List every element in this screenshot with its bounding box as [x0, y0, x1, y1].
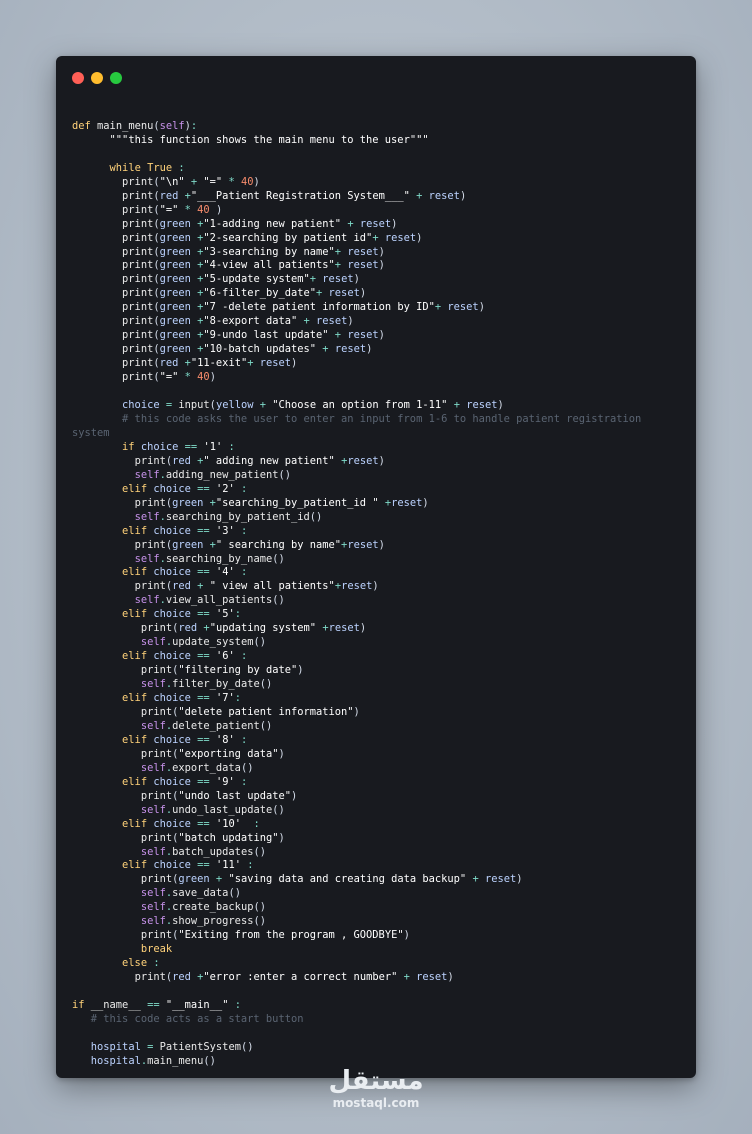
code-line: break [140, 943, 173, 956]
code-line: print(green +" searching by name"+reset) [134, 538, 385, 551]
code-line: if __name__ == "__main__" : [72, 999, 241, 1011]
code-line: print("=" * 40) [122, 371, 216, 384]
code-line: print("exporting data") [140, 747, 285, 760]
code-line: print("delete patient information") [140, 705, 360, 718]
code-line: elif choice == '8' : [122, 733, 248, 746]
code-line: ​ [72, 106, 682, 120]
code-line: def main_menu(self): [72, 119, 198, 132]
code-line: choice = input(yellow + "Choose an optio… [122, 399, 504, 412]
maximize-dot-icon[interactable] [110, 72, 122, 84]
code-line: self.searching_by_patient_id() [134, 510, 323, 523]
code-line: print(green +"1-adding new patient" + re… [122, 217, 398, 230]
code-line: ​ [72, 1027, 682, 1041]
code-line: elif choice == '3' : [122, 524, 248, 537]
code-block: ​def main_menu(self): """this function s… [72, 106, 682, 1069]
code-line: elif choice == '11' : [122, 859, 254, 872]
code-line: print(green + "saving data and creating … [140, 873, 523, 886]
code-line: elif choice == '2' : [122, 482, 248, 495]
code-line: print("\n" + "=" * 40) [122, 175, 260, 188]
code-line: print(green +"8-export data" + reset) [122, 315, 354, 328]
code-line: print(red +"updating system" +reset) [140, 622, 367, 635]
watermark: مستقل mostaql.com [0, 1066, 752, 1110]
code-line: ​ [72, 385, 682, 399]
code-line: print(green +"6-filter_by_date"+ reset) [122, 287, 367, 300]
code-line: print(green +"5-update system"+ reset) [122, 273, 360, 286]
code-line: self.searching_by_name() [134, 552, 285, 565]
code-line: self.export_data() [140, 761, 254, 774]
code-line: print(red +"___Patient Registration Syst… [122, 189, 467, 202]
code-line: self.filter_by_date() [140, 678, 273, 691]
code-line: print("batch updating") [140, 831, 285, 844]
code-line: elif choice == '10' : [122, 817, 260, 830]
code-line: print(green +"9-undo last update" + rese… [122, 329, 385, 342]
watermark-logo-arabic: مستقل [328, 1066, 424, 1096]
code-line: print(red +"11-exit"+ reset) [122, 357, 298, 370]
code-line: else : [122, 957, 160, 970]
watermark-domain: mostaql.com [332, 1096, 420, 1110]
code-line: print(green +"10-batch updates" + reset) [122, 343, 373, 356]
code-line: elif choice == '6' : [122, 650, 248, 663]
code-line: ​ [72, 985, 682, 999]
code-window: ​def main_menu(self): """this function s… [56, 56, 696, 1078]
code-line: """this function shows the main menu to … [109, 133, 429, 146]
code-line: print("filtering by date") [140, 664, 304, 677]
code-line: print(green +"3-searching by name"+ rese… [122, 245, 385, 258]
close-dot-icon[interactable] [72, 72, 84, 84]
code-line: print(red +" adding new patient" +reset) [134, 454, 385, 467]
code-line: print("=" * 40 ) [122, 203, 223, 216]
code-line: self.adding_new_patient() [134, 468, 291, 481]
code-line: # this code acts as a start button [72, 1012, 304, 1025]
code-line: print("undo last update") [140, 789, 298, 802]
code-line: print(green +"4-view all patients"+ rese… [122, 259, 385, 272]
code-line: self.create_backup() [140, 901, 266, 914]
code-line: self.save_data() [140, 887, 241, 900]
code-line: self.batch_updates() [140, 845, 266, 858]
code-line: elif choice == '7': [122, 692, 241, 705]
code-line: self.show_progress() [140, 915, 266, 928]
code-line: print(green +"7 -delete patient informat… [122, 301, 485, 314]
code-line: self.view_all_patients() [134, 594, 285, 607]
window-controls [72, 72, 122, 84]
code-line: print("Exiting from the program , GOODBY… [140, 929, 410, 942]
code-line: self.update_system() [140, 636, 266, 649]
code-line: print(red + " view all patients"+reset) [134, 580, 379, 593]
code-line: self.undo_last_update() [140, 803, 285, 816]
code-line: hospital = PatientSystem() [90, 1040, 254, 1053]
code-line: # this code asks the user to enter an in… [72, 412, 642, 425]
minimize-dot-icon[interactable] [91, 72, 103, 84]
code-line: elif choice == '9' : [122, 775, 248, 788]
code-line: elif choice == '5': [122, 608, 241, 621]
code-line: self.delete_patient() [140, 719, 273, 732]
code-line: print(green +"2-searching by patient id"… [122, 231, 423, 244]
code-line: if choice == '1' : [122, 440, 235, 453]
code-line: ​ [72, 148, 682, 162]
code-line: system [72, 426, 110, 439]
code-line: elif choice == '4' : [122, 566, 248, 579]
code-line: print(red +"error :enter a correct numbe… [134, 971, 454, 984]
code-line: while True : [109, 161, 185, 174]
code-line: print(green +"searching_by_patient_id " … [134, 496, 429, 509]
